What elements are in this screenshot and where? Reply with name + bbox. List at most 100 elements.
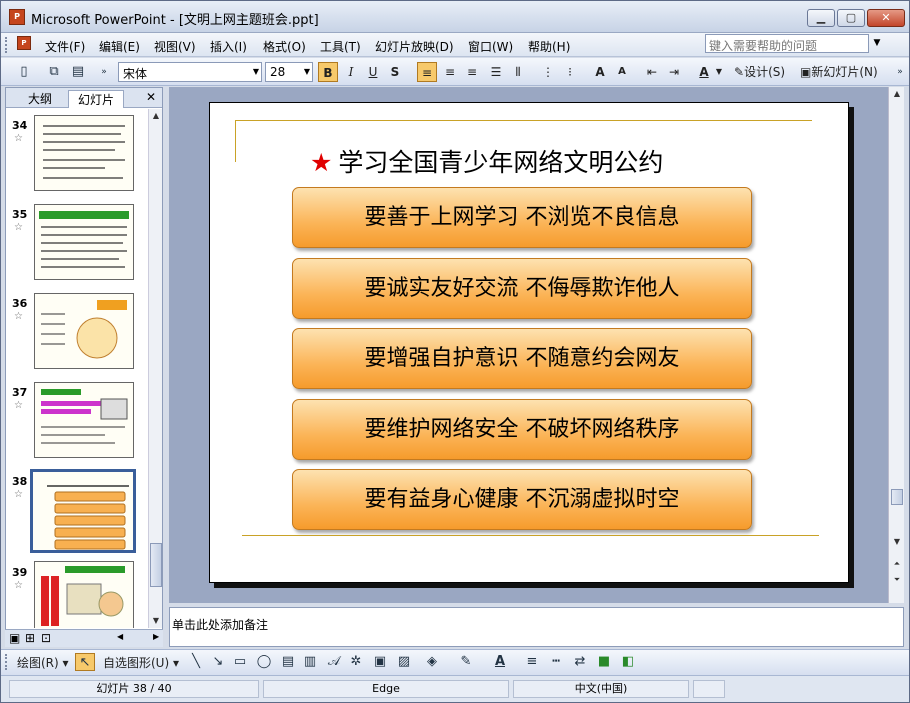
oval-icon[interactable]: ◯ [255,653,273,671]
autoshapes-button[interactable]: 自选图形(U) ▾ [103,653,179,673]
toolbar-overflow-icon[interactable]: » [891,63,909,81]
tab-slides[interactable]: 幻灯片 [68,90,124,108]
draw-menu-button[interactable]: 绘图(R) ▾ [17,653,69,673]
pledge-item[interactable]: 要善于上网学习 不浏览不良信息 [292,187,752,248]
editor-scrollbar[interactable]: ▲ ▼ ⏶ ⏷ [888,87,904,603]
scroll-thumb[interactable] [891,489,903,505]
font-color-button[interactable]: A [695,62,713,82]
clipart-icon[interactable]: ▣ [371,653,389,671]
previous-slide-icon[interactable]: ⏶ [890,557,904,571]
vertical-text-button[interactable]: ⫴ [509,62,527,82]
3d-icon[interactable]: ◧ [619,653,637,671]
size-dropdown-icon: ▼ [303,67,310,76]
numbering-button[interactable]: ⋮ [539,62,557,82]
maximize-button[interactable]: ▢ [837,9,865,27]
menu-help[interactable]: 帮助(H) [528,38,570,55]
bullets-button[interactable]: ⁝ [561,62,579,82]
distribute-button[interactable]: ☰ [487,62,505,82]
close-panel-icon[interactable]: ✕ [146,90,156,104]
pledge-item[interactable]: 要有益身心健康 不沉溺虚拟时空 [292,469,752,530]
powerpoint-icon[interactable]: P [9,9,25,25]
dash-style-icon[interactable]: ┅ [547,653,565,671]
fill-color-icon[interactable]: ◈ [423,653,441,671]
minimize-button[interactable]: ▁ [807,9,835,27]
shadow-button[interactable]: S [386,62,404,82]
new-icon[interactable]: ▯ [15,63,33,81]
slide-title[interactable]: ★ 学习全国青少年网络文明公约 [310,143,663,179]
slide-thumbnail[interactable] [34,293,134,369]
copy-icon[interactable]: ⧉ [45,63,63,81]
font-color-dropdown-icon[interactable]: ▼ [714,62,724,82]
wordart-icon[interactable]: 𝒜 [325,653,343,671]
increase-indent-button[interactable]: ⇥ [665,62,683,82]
toolbar-grip[interactable] [5,654,9,670]
arrow-style-icon[interactable]: ⇄ [571,653,589,671]
line-color-icon[interactable]: ✎ [457,653,475,671]
slide-thumbnail[interactable] [34,204,134,280]
status-extra [693,680,725,698]
menu-tools[interactable]: 工具(T) [320,38,361,55]
rectangle-icon[interactable]: ▭ [231,653,249,671]
slide-thumbnail[interactable] [34,115,134,191]
vertical-textbox-icon[interactable]: ▥ [301,653,319,671]
thumbnail-scrollbar[interactable]: ▲ ▼ [148,109,162,628]
menu-grip[interactable] [5,37,9,53]
help-search-input[interactable]: 键入需要帮助的问题 [705,34,869,53]
scroll-right-icon[interactable]: ▶ [153,632,159,641]
notes-pane[interactable]: 单击此处添加备注 [169,607,904,647]
pledge-item[interactable]: 要维护网络安全 不破坏网络秩序 [292,399,752,460]
pledge-item[interactable]: 要诚实友好交流 不侮辱欺诈他人 [292,258,752,319]
slide-thumbnail[interactable] [34,561,134,628]
menu-window[interactable]: 窗口(W) [468,38,513,55]
slide-canvas[interactable]: ★ 学习全国青少年网络文明公约 要善于上网学习 不浏览不良信息 要诚实友好交流 不… [209,102,849,583]
line-style-icon[interactable]: ≡ [523,653,541,671]
menu-view[interactable]: 视图(V) [154,38,196,55]
picture-icon[interactable]: ▨ [395,653,413,671]
scroll-down-icon[interactable]: ▼ [890,535,904,549]
paste-icon[interactable]: ▤ [69,63,87,81]
menu-file[interactable]: 文件(F) [45,38,85,55]
select-pointer-icon[interactable]: ↖ [75,653,95,671]
shadow-icon[interactable]: ■ [595,653,613,671]
menu-insert[interactable]: 插入(I) [210,38,247,55]
align-right-button[interactable]: ≡ [463,62,481,82]
increase-font-button[interactable]: A [591,62,609,82]
new-slide-button[interactable]: ▣新幻灯片(N) [800,62,888,82]
align-center-button[interactable]: ≡ [441,62,459,82]
sorter-view-icon[interactable]: ⊞ [25,631,35,645]
font-select[interactable]: 宋体 ▼ [118,62,262,82]
align-left-button[interactable]: ≡ [417,62,437,82]
menu-edit[interactable]: 编辑(E) [99,38,140,55]
normal-view-icon[interactable]: ▣ [9,631,20,645]
diagram-icon[interactable]: ✲ [347,653,365,671]
slide-thumbnail-selected[interactable] [30,469,136,553]
scroll-left-icon[interactable]: ◀ [117,632,123,641]
scroll-thumb[interactable] [150,543,162,587]
scroll-up-icon[interactable]: ▲ [890,87,904,101]
design-button[interactable]: ✎设计(S) [734,62,794,82]
menu-format[interactable]: 格式(O) [263,38,306,55]
toolbar-options-icon[interactable]: » [95,63,113,81]
decrease-font-button[interactable]: A [613,62,631,82]
font-size-select[interactable]: 28 ▼ [265,62,313,82]
italic-button[interactable]: I [342,62,360,82]
font-color-icon[interactable]: A [491,653,509,671]
thumbnail-number: 34 [12,119,28,132]
scroll-down-icon[interactable]: ▼ [149,614,163,628]
slide-thumbnail[interactable] [34,382,134,458]
underline-button[interactable]: U [364,62,382,82]
decrease-indent-button[interactable]: ⇤ [643,62,661,82]
close-button[interactable]: ✕ [867,9,905,27]
slideshow-view-icon[interactable]: ⊡ [41,631,51,645]
help-dropdown-icon[interactable]: ▼ [869,34,885,53]
line-icon[interactable]: ╲ [187,653,205,671]
doc-icon[interactable]: P [17,36,31,50]
scroll-up-icon[interactable]: ▲ [149,109,163,123]
pledge-item[interactable]: 要增强自护意识 不随意约会网友 [292,328,752,389]
tab-outline[interactable]: 大纲 [16,90,64,108]
arrow-icon[interactable]: ↘ [209,653,227,671]
textbox-icon[interactable]: ▤ [279,653,297,671]
bold-button[interactable]: B [318,62,338,82]
next-slide-icon[interactable]: ⏷ [890,573,904,587]
menu-slideshow[interactable]: 幻灯片放映(D) [375,38,454,55]
